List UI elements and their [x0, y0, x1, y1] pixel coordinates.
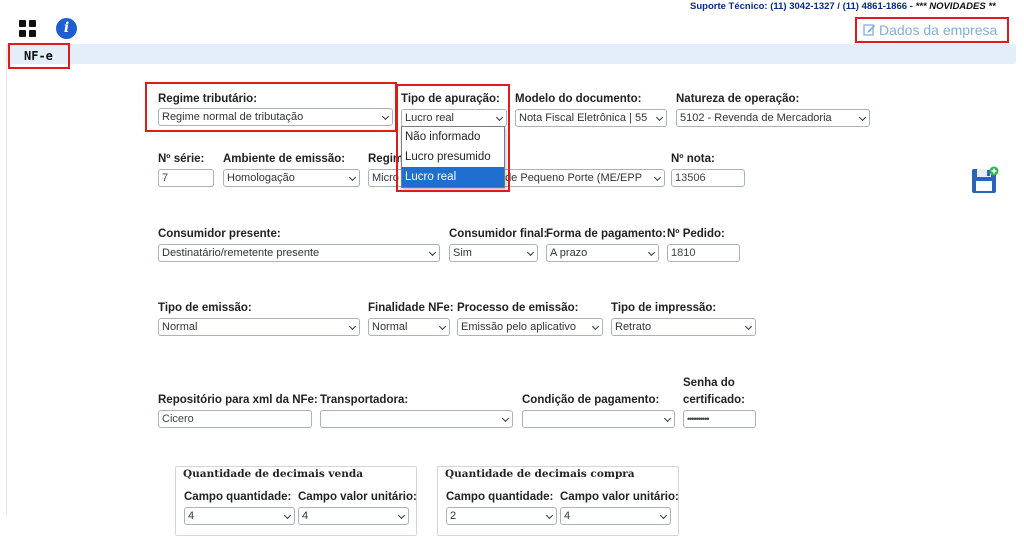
compra-campo-valor-unitario-value: 4	[564, 510, 571, 522]
finalidade-nfe-select[interactable]: Normal	[368, 318, 450, 336]
senha-certificado-label-line1: Senha do	[683, 377, 735, 389]
tipo-impressao-select[interactable]: Retrato	[611, 318, 756, 336]
repositorio-xml-label: Repositório para xml da NFe:	[158, 394, 318, 406]
save-floppy-icon[interactable]	[971, 166, 999, 194]
natureza-operacao-value: 5102 - Revenda de Mercadoria	[680, 112, 832, 124]
processo-emissao-value: Emissão pelo aplicativo	[461, 321, 576, 333]
condicao-pagamento-select[interactable]	[522, 410, 675, 428]
venda-campo-valor-unitario-value: 4	[302, 510, 309, 522]
tipo-apuracao-highlight	[396, 84, 510, 192]
regime-tributario-select[interactable]: Regime normal de tributação	[158, 108, 393, 126]
processo-emissao-select[interactable]: Emissão pelo aplicativo	[457, 318, 603, 336]
transportadora-select[interactable]	[320, 410, 513, 428]
transportadora-label: Transportadora:	[320, 394, 409, 406]
forma-pagamento-label: Forma de pagamento:	[546, 228, 667, 240]
decimais-compra-legend: Quantidade de decimais compra	[442, 468, 638, 480]
finalidade-nfe-value: Normal	[372, 321, 408, 333]
compra-campo-quantidade-label: Campo quantidade:	[446, 491, 554, 503]
compra-campo-valor-unitario-select[interactable]: 4	[560, 507, 671, 525]
dados-empresa-button[interactable]: Dados da empresa	[855, 17, 1009, 43]
info-icon[interactable]: i	[56, 18, 77, 39]
natureza-operacao-select[interactable]: 5102 - Revenda de Mercadoria	[676, 109, 870, 127]
regime-especial-value-left: Micro	[372, 172, 399, 184]
venda-campo-quantidade-label: Campo quantidade:	[184, 491, 292, 503]
regime-tributario-value: Regime normal de tributação	[162, 111, 304, 123]
venda-campo-valor-unitario-label: Campo valor unitário:	[298, 491, 417, 503]
venda-campo-valor-unitario-select[interactable]: 4	[298, 507, 409, 525]
regime-especial-value-right: a de Pequeno Porte (ME/EPP	[495, 172, 643, 184]
consumidor-final-label: Consumidor final:	[449, 228, 548, 240]
n-nota-input[interactable]: 13506	[671, 169, 745, 187]
modelo-documento-select[interactable]: Nota Fiscal Eletrônica | 55	[515, 109, 667, 127]
left-border	[6, 65, 7, 515]
natureza-operacao-label: Natureza de operação:	[676, 93, 800, 105]
consumidor-final-select[interactable]: Sim	[449, 244, 538, 262]
n-serie-label: Nº série:	[158, 153, 205, 165]
compra-campo-valor-unitario-label: Campo valor unitário:	[560, 491, 679, 503]
ambiente-emissao-select[interactable]: Homologação	[223, 169, 360, 187]
n-serie-input[interactable]: 7	[158, 169, 214, 187]
n-nota-label: Nº nota:	[671, 153, 715, 165]
novidades-link[interactable]: *** NOVIDADES **	[915, 1, 995, 12]
compra-campo-quantidade-select[interactable]: 2	[446, 507, 557, 525]
section-header-bar	[6, 44, 1016, 64]
modelo-documento-label: Modelo do documento:	[515, 93, 642, 105]
venda-campo-quantidade-value: 4	[188, 510, 195, 522]
venda-campo-quantidade-select[interactable]: 4	[184, 507, 295, 525]
consumidor-presente-label: Consumidor presente:	[158, 228, 281, 240]
repositorio-xml-input[interactable]: Cicero	[158, 410, 312, 428]
regime-tributario-label: Regime tributário:	[158, 93, 258, 105]
tipo-impressao-value: Retrato	[615, 321, 652, 333]
decimais-venda-legend: Quantidade de decimais venda	[180, 468, 366, 480]
finalidade-nfe-label: Finalidade NFe:	[368, 302, 454, 314]
processo-emissao-label: Processo de emissão:	[457, 302, 579, 314]
ambiente-emissao-label: Ambiente de emissão:	[223, 153, 346, 165]
support-text: Suporte Técnico: (11) 3042-1327 / (11) 4…	[690, 1, 1024, 12]
n-pedido-input[interactable]: 1810	[667, 244, 740, 262]
modelo-documento-value: Nota Fiscal Eletrônica | 55	[519, 112, 648, 124]
forma-pagamento-value: A prazo	[550, 247, 588, 259]
consumidor-presente-value: Destinatário/remetente presente	[162, 247, 320, 259]
senha-certificado-input[interactable]: ••••••••••	[683, 410, 756, 428]
n-pedido-label: Nº Pedido:	[667, 228, 725, 240]
tipo-emissao-label: Tipo de emissão:	[158, 302, 252, 314]
section-title: NF-e	[8, 43, 70, 69]
tipo-impressao-label: Tipo de impressão:	[611, 302, 717, 314]
condicao-pagamento-label: Condição de pagamento:	[522, 394, 660, 406]
tipo-emissao-select[interactable]: Normal	[158, 318, 360, 336]
senha-certificado-label-line2: certificado:	[683, 394, 745, 406]
apps-grid-icon[interactable]	[19, 20, 37, 38]
tipo-emissao-value: Normal	[162, 321, 198, 333]
forma-pagamento-select[interactable]: A prazo	[546, 244, 659, 262]
support-phone-text: Suporte Técnico: (11) 3042-1327 / (11) 4…	[690, 1, 916, 12]
compra-campo-quantidade-value: 2	[450, 510, 457, 522]
edit-icon	[863, 24, 876, 36]
ambiente-emissao-value: Homologação	[227, 172, 295, 184]
consumidor-final-value: Sim	[453, 247, 472, 259]
consumidor-presente-select[interactable]: Destinatário/remetente presente	[158, 244, 440, 262]
dados-empresa-label: Dados da empresa	[879, 22, 998, 38]
